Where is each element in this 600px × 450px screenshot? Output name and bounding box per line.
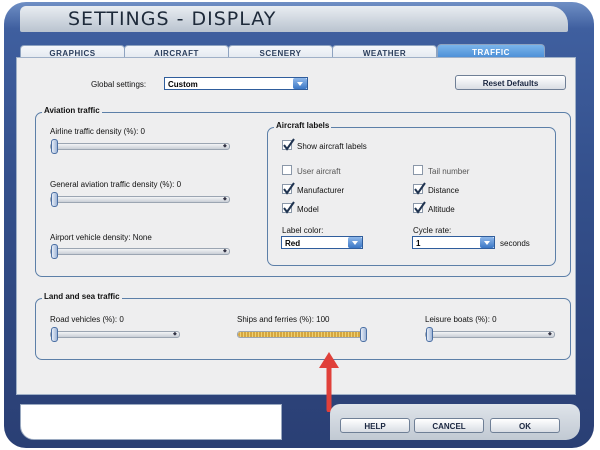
slider-end-icon: ◆ <box>223 196 227 202</box>
airport-vehicle-label: Airport vehicle density: None <box>50 233 152 242</box>
check-icon <box>414 182 426 195</box>
road-vehicles-label: Road vehicles (%): 0 <box>50 315 124 324</box>
check-icon <box>283 138 295 151</box>
label-color-label: Label color: <box>282 226 324 235</box>
label-color-value: Red <box>285 239 301 248</box>
slider-end-icon: ◆ <box>548 331 552 337</box>
chevron-down-icon <box>293 78 307 89</box>
slider-thumb[interactable] <box>51 327 58 342</box>
slider-thumb[interactable] <box>426 327 433 342</box>
ok-button[interactable]: OK <box>490 418 560 433</box>
altitude-checkbox[interactable] <box>413 201 426 214</box>
aviation-traffic-title: Aviation traffic <box>42 106 102 115</box>
slider-thumb[interactable] <box>51 244 58 259</box>
status-bar <box>20 404 282 440</box>
global-settings-value: Custom <box>168 80 198 89</box>
global-settings-label: Global settings: <box>91 80 147 89</box>
slider-end-icon: ◆ <box>173 331 177 337</box>
ships-ferries-label: Ships and ferries (%): 100 <box>237 315 330 324</box>
settings-window: SETTINGS - DISPLAY GRAPHICS AIRCRAFT SCE… <box>0 0 600 450</box>
model-label: Model <box>297 205 319 214</box>
airline-density-slider[interactable]: ◆ <box>50 139 230 154</box>
manufacturer-label: Manufacturer <box>297 186 345 195</box>
check-icon <box>283 201 295 214</box>
land-sea-traffic-group <box>35 298 571 360</box>
cycle-rate-value: 1 <box>416 239 421 248</box>
manufacturer-checkbox[interactable] <box>282 182 295 195</box>
chevron-down-icon <box>480 237 494 248</box>
distance-checkbox[interactable] <box>413 182 426 195</box>
global-settings-select[interactable]: Custom <box>164 77 308 90</box>
check-icon <box>283 182 295 195</box>
help-button[interactable]: HELP <box>340 418 410 433</box>
cancel-button[interactable]: CANCEL <box>414 418 484 433</box>
airline-density-label: Airline traffic density (%): 0 <box>50 127 145 136</box>
airport-vehicle-slider[interactable]: ◆ <box>50 244 230 259</box>
general-aviation-slider[interactable]: ◆ <box>50 192 230 207</box>
road-vehicles-slider[interactable]: ◆ <box>50 327 180 342</box>
user-aircraft-checkbox[interactable] <box>282 165 292 175</box>
label-color-select[interactable]: Red <box>281 236 363 249</box>
slider-thumb[interactable] <box>51 139 58 154</box>
tail-number-label: Tail number <box>428 167 470 176</box>
user-aircraft-label: User aircraft <box>297 167 341 176</box>
general-aviation-label: General aviation traffic density (%): 0 <box>50 180 182 189</box>
show-labels-label: Show aircraft labels <box>297 142 367 151</box>
arrow-annotation-icon <box>319 352 339 412</box>
slider-end-icon: ◆ <box>223 143 227 149</box>
model-checkbox[interactable] <box>282 201 295 214</box>
ships-ferries-slider[interactable] <box>237 327 367 342</box>
cycle-rate-label: Cycle rate: <box>413 226 452 235</box>
tail-number-checkbox[interactable] <box>413 165 423 175</box>
slider-thumb[interactable] <box>360 327 367 342</box>
aircraft-labels-title: Aircraft labels <box>274 121 332 130</box>
window-title: SETTINGS - DISPLAY <box>68 8 277 30</box>
show-labels-checkbox[interactable] <box>282 138 295 151</box>
slider-thumb[interactable] <box>51 192 58 207</box>
leisure-boats-slider[interactable]: ◆ <box>425 327 555 342</box>
seconds-unit: seconds <box>500 239 530 248</box>
slider-end-icon: ◆ <box>223 248 227 254</box>
check-icon <box>414 201 426 214</box>
cycle-rate-select[interactable]: 1 <box>412 236 495 249</box>
slider-fill <box>238 332 366 337</box>
reset-defaults-button[interactable]: Reset Defaults <box>455 75 566 90</box>
distance-label: Distance <box>428 186 460 195</box>
altitude-label: Altitude <box>428 205 455 214</box>
leisure-boats-label: Leisure boats (%): 0 <box>425 315 497 324</box>
chevron-down-icon <box>348 237 362 248</box>
land-sea-traffic-title: Land and sea traffic <box>42 292 122 301</box>
